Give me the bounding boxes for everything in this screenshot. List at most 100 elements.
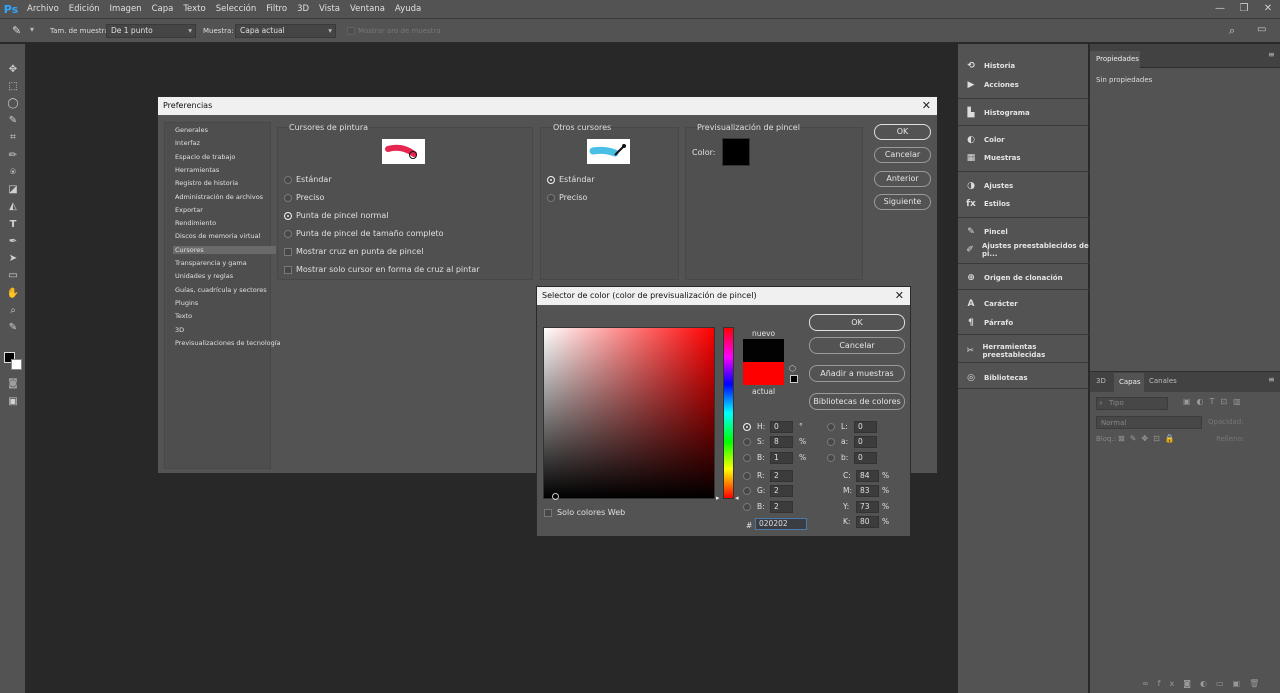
menu-3d[interactable]: 3D [292,4,314,14]
layer-filter-icons[interactable]: ▣◐T⊡▥ [1183,397,1247,406]
category-item[interactable]: Herramientas [175,166,219,174]
painting-cursor-radio[interactable] [284,194,292,202]
hsb-mode-radio[interactable] [743,454,751,462]
properties-tab[interactable]: Propiedades [1090,51,1140,68]
category-item[interactable]: Discos de memoria virtual [175,232,260,240]
tab-3d[interactable]: 3D [1096,377,1106,385]
sample-select[interactable]: Capa actual [235,24,336,38]
lab-field-input[interactable]: 0 [854,421,877,433]
painting-cursor-checkbox[interactable] [284,248,292,256]
eyedropper-tool-icon[interactable]: ✎ [5,320,21,336]
lab-mode-radio[interactable] [827,438,835,446]
menu-archivo[interactable]: Archivo [22,4,64,14]
search-icon[interactable]: ⌕ [1229,24,1235,38]
menu-selección[interactable]: Selección [211,4,262,14]
painting-cursor-radio[interactable] [284,176,292,184]
cmyk-field-input[interactable]: 83 [856,485,879,497]
web-safe-swatch[interactable] [790,375,798,383]
screen-mode-icon[interactable]: ▣ [5,394,21,410]
blend-mode-select[interactable]: Normal [1096,416,1202,429]
show-sampling-ring-checkbox[interactable] [347,27,355,35]
prefs-ok-button[interactable]: OK [874,124,931,140]
category-item[interactable]: Plugins [175,299,198,307]
category-item[interactable]: Generales [175,126,208,134]
painting-cursor-radio[interactable] [284,230,292,238]
painting-cursor-radio[interactable] [284,212,292,220]
category-item[interactable]: 3D [175,326,184,334]
layers-footer-icons[interactable]: ∞fx◙◐▭▣🗑 [1142,679,1268,688]
move-tool-icon[interactable]: ✥ [5,62,21,78]
brush-preview-color-swatch[interactable] [722,138,750,166]
category-item[interactable]: Exportar [175,206,203,214]
other-cursor-radio[interactable] [547,194,555,202]
gamut-warning-icon[interactable]: ⬡ [789,364,796,373]
rgb-field-input[interactable]: 2 [770,501,793,513]
quick-selection-tool-icon[interactable]: ✎ [5,113,21,129]
picker-ok-button[interactable]: OK [809,314,905,331]
panel-libraries[interactable]: ◎ Bibliotecas [964,370,1089,386]
rgb-mode-radio[interactable] [743,503,751,511]
lab-field-input[interactable]: 0 [854,436,877,448]
panel-character[interactable]: A Carácter [964,296,1089,312]
zoom-tool-icon[interactable]: ⌕ [5,303,21,319]
rgb-mode-radio[interactable] [743,472,751,480]
cmyk-field-input[interactable]: 84 [856,470,879,482]
lasso-tool-icon[interactable]: ◯ [5,96,21,112]
category-item[interactable]: Administración de archivos [175,193,263,201]
hsb-mode-radio[interactable] [743,438,751,446]
web-colors-only-checkbox[interactable] [544,509,552,517]
close-icon[interactable]: ✕ [922,97,931,115]
rgb-field-input[interactable]: 2 [770,470,793,482]
panel-color[interactable]: ◐ Color [964,132,1089,148]
menu-vista[interactable]: Vista [314,4,345,14]
prefs-cancel-button[interactable]: Cancelar [874,147,931,164]
panel-swatches[interactable]: ▦ Muestras [964,150,1089,166]
color-field[interactable] [543,327,715,500]
hand-tool-icon[interactable]: ✋ [5,286,21,302]
lab-field-input[interactable]: 0 [854,452,877,464]
hsb-field-input[interactable]: 0 [770,421,793,433]
hsb-field-input[interactable]: 8 [770,436,793,448]
tab-channels[interactable]: Canales [1149,377,1177,385]
cmyk-field-input[interactable]: 73 [856,501,879,513]
rectangle-tool-icon[interactable]: ▭ [5,268,21,284]
painting-cursor-checkbox[interactable] [284,266,292,274]
current-color-swatch[interactable] [743,362,784,385]
lab-mode-radio[interactable] [827,454,835,462]
picker-add-to-swatches-button[interactable]: Añadir a muestras [809,365,905,382]
crop-tool-icon[interactable]: ⌗ [5,130,21,146]
panel-brush[interactable]: ✎ Pincel [964,224,1089,240]
panel-brush-presets[interactable]: ✐ Ajustes preestablecidos de pi... [964,242,1089,258]
category-item[interactable]: Registro de historia [175,179,238,187]
menu-capa[interactable]: Capa [147,4,179,14]
panel-history[interactable]: ⟲ Historia [964,58,1089,74]
hsb-mode-radio[interactable] [743,423,751,431]
brush-tool-icon[interactable]: ✏ [5,148,21,164]
background-color-swatch[interactable] [11,359,22,370]
category-item[interactable]: Guías, cuadrícula y sectores [175,286,267,294]
close-window-icon[interactable]: ✕ [1256,0,1280,18]
prefs-previous-button[interactable]: Anterior [874,170,931,187]
hue-slider[interactable] [723,327,734,499]
workspace-icon[interactable]: ▭ [1257,24,1266,35]
tab-layers[interactable]: Capas [1114,373,1144,392]
marquee-tool-icon[interactable]: ⬚ [5,79,21,95]
panel-actions[interactable]: ▶ Acciones [964,77,1089,93]
picker-color-libraries-button[interactable]: Bibliotecas de colores [809,393,905,410]
layer-filter-input[interactable]: ⌕ Tipo [1096,397,1168,410]
minimize-icon[interactable]: — [1208,0,1232,18]
hue-slider-left-arrow[interactable]: ▸ [716,494,720,502]
stamp-tool-icon[interactable]: ⍟ [5,165,21,181]
panel-paragraph[interactable]: ¶ Párrafo [964,315,1089,331]
menu-imagen[interactable]: Imagen [105,4,147,14]
rgb-mode-radio[interactable] [743,487,751,495]
menu-filtro[interactable]: Filtro [261,4,292,14]
menu-ventana[interactable]: Ventana [345,4,390,14]
lab-mode-radio[interactable] [827,423,835,431]
panel-styles[interactable]: fx Estilos [964,196,1089,212]
category-item[interactable]: Unidades y reglas [175,272,233,280]
category-item[interactable]: Previsualizaciones de tecnología [175,339,281,347]
path-selection-tool-icon[interactable]: ➤ [5,251,21,267]
panel-menu-icon[interactable]: ≡ [1268,50,1275,59]
other-cursor-radio[interactable] [547,176,555,184]
